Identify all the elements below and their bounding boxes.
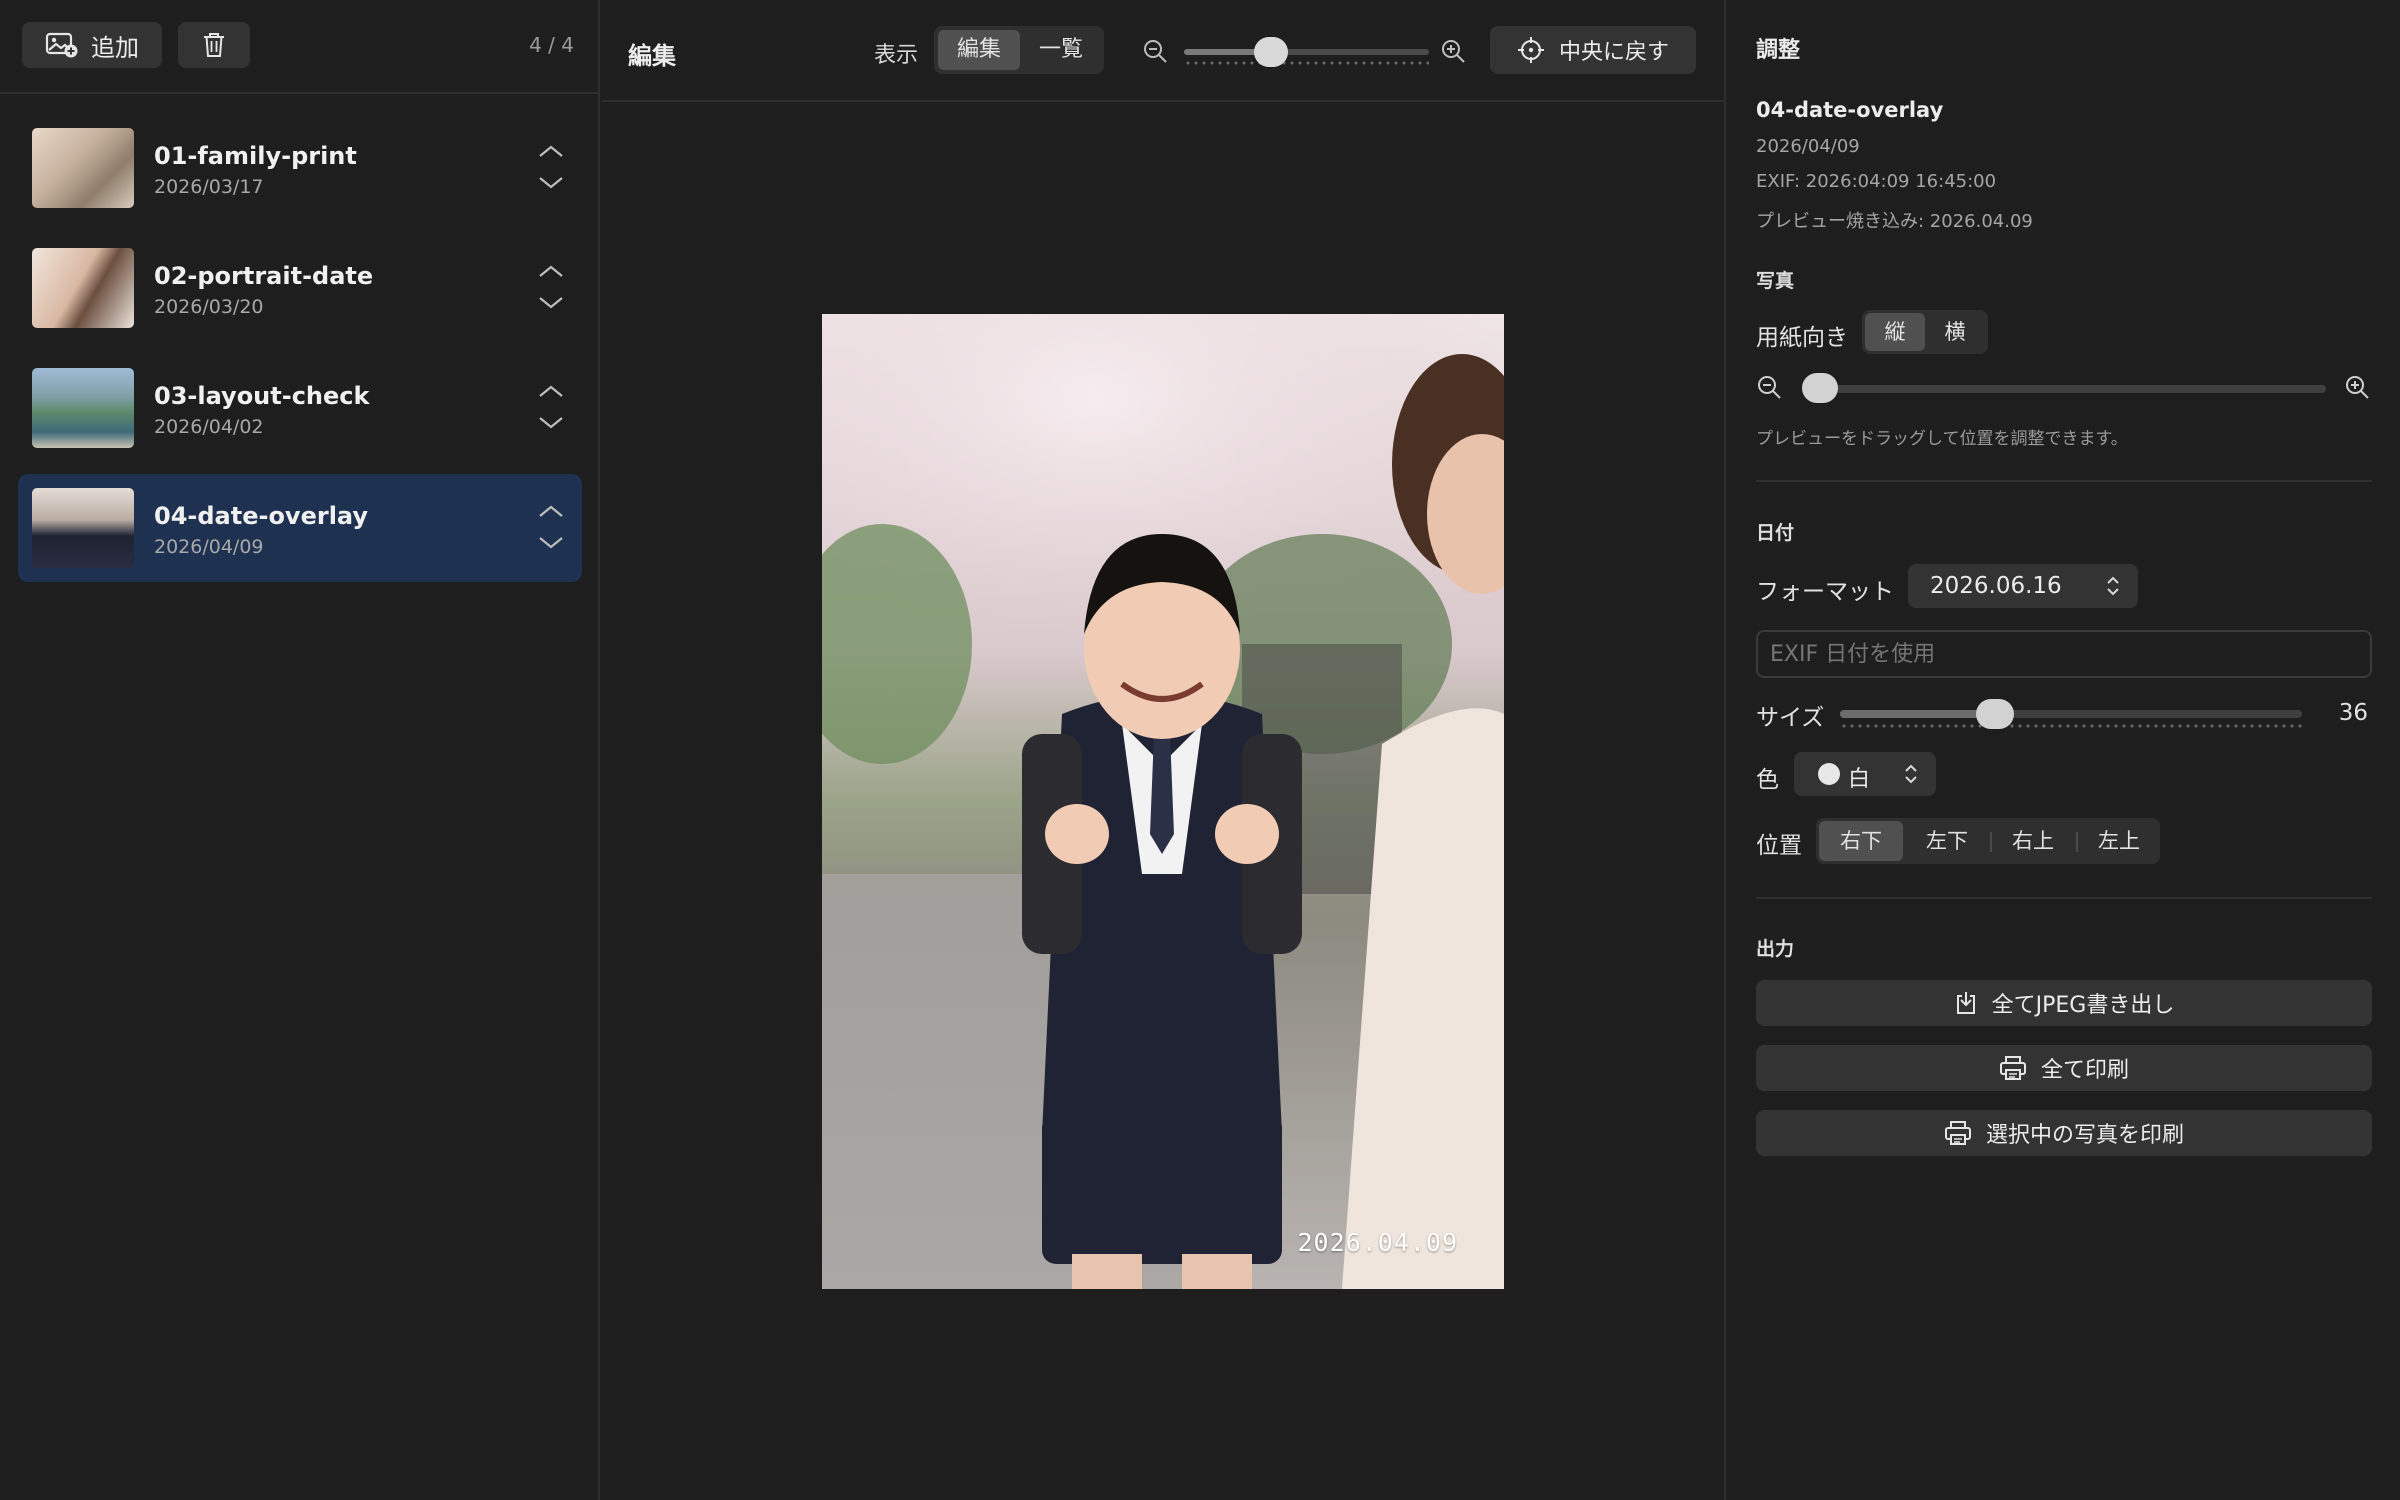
download-icon [1956, 992, 1975, 1014]
drag-hint: プレビューをドラッグして位置を調整できます。 [1756, 429, 2128, 449]
print-selected-label: 選択中の写真を印刷 [1985, 1123, 2184, 1148]
orientation-portrait[interactable]: 縦 [1865, 313, 1925, 351]
preview-baked-date: プレビュー焼き込み: 2026.04.09 [1756, 211, 2033, 232]
add-photo-label: 追加 [91, 33, 139, 62]
photo-sidebar: 追加 4 / 4 01-family-print 2026/03/17 02-p… [0, 0, 600, 1500]
app-window: 追加 4 / 4 01-family-print 2026/03/17 02-p… [0, 0, 2400, 1500]
recenter-label: 中央に戻す [1558, 40, 1669, 65]
view-mode-list[interactable]: 一覧 [1022, 30, 1100, 70]
photo-count: 4 / 4 [529, 33, 574, 57]
printer-icon [1999, 1056, 2026, 1080]
exif-date-input[interactable] [1756, 630, 2372, 678]
position-bottom-right[interactable]: 右下 [1819, 821, 1903, 861]
trash-icon [204, 33, 224, 57]
selected-file-date: 2026/04/09 [1756, 136, 1860, 157]
photo-list-item[interactable]: 03-layout-check 2026/04/02 [18, 354, 582, 462]
view-mode-segmented: 編集 一覧 [934, 26, 1104, 74]
zoom-slider-ticks [1184, 61, 1429, 65]
export-all-jpeg-button[interactable]: 全てJPEG書き出し [1756, 980, 2372, 1026]
photo-list: 01-family-print 2026/03/17 02-portrait-d… [18, 114, 582, 594]
updown-chevron-icon [2107, 576, 2119, 596]
editor-area: 編集 表示 編集 一覧 中央に戻す 2026.04.09 [602, 0, 1724, 1500]
position-segmented: 右下 左下 右上 左上 [1816, 818, 2160, 864]
photo-zoom-out-icon[interactable] [1756, 374, 1784, 402]
size-slider-thumb[interactable] [1975, 699, 2014, 729]
view-mode-edit[interactable]: 編集 [938, 30, 1020, 70]
orientation-segmented: 縦 横 [1862, 310, 1988, 354]
add-image-icon [45, 32, 78, 58]
photo-zoom-in-icon[interactable] [2344, 374, 2372, 402]
photo-thumbnail [32, 488, 134, 568]
size-slider-track[interactable] [1840, 710, 2302, 718]
panel-title: 調整 [1756, 38, 1801, 63]
add-photo-button[interactable]: 追加 [22, 22, 162, 68]
export-all-jpeg-label: 全てJPEG書き出し [1991, 993, 2175, 1018]
preview-photo-image [822, 314, 1504, 1289]
photo-preview[interactable]: 2026.04.09 [822, 314, 1504, 1289]
photo-name: 04-date-overlay [154, 502, 369, 530]
output-section-heading: 出力 [1756, 938, 1795, 960]
color-label: 色 [1756, 767, 1779, 793]
crosshair-icon [1517, 37, 1544, 63]
photo-section-heading: 写真 [1756, 270, 1795, 292]
reorder-chevrons-icon[interactable] [536, 502, 566, 554]
size-slider-fill [1840, 710, 1995, 718]
position-top-right[interactable]: 右上 [1991, 821, 2075, 861]
reorder-chevrons-icon[interactable] [536, 382, 566, 434]
orientation-landscape[interactable]: 横 [1925, 313, 1985, 351]
photo-list-item[interactable]: 02-portrait-date 2026/03/20 [18, 234, 582, 342]
photo-date: 2026/03/20 [154, 296, 264, 318]
updown-chevron-icon [1905, 764, 1917, 784]
date-format-select[interactable]: 2026.06.16 [1908, 564, 2138, 608]
view-mode-label: 表示 [874, 43, 919, 68]
zoom-in-icon[interactable] [1440, 38, 1468, 66]
size-slider-ticks [1840, 724, 2302, 728]
editor-title: 編集 [628, 42, 676, 70]
photo-thumbnail [32, 128, 134, 208]
color-swatch [1818, 763, 1840, 785]
reorder-chevrons-icon[interactable] [536, 262, 566, 314]
adjust-panel: 調整 04-date-overlay 2026/04/09 EXIF: 2026… [1724, 0, 2400, 1500]
photo-zoom-slider-track[interactable] [1802, 385, 2326, 393]
editor-toolbar: 編集 表示 編集 一覧 中央に戻す [602, 0, 1724, 102]
date-color-value: 白 [1848, 767, 1871, 792]
sidebar-toolbar: 追加 4 / 4 [0, 0, 598, 94]
zoom-slider-thumb[interactable] [1253, 37, 1288, 67]
position-bottom-left[interactable]: 左下 [1905, 821, 1989, 861]
print-all-button[interactable]: 全て印刷 [1756, 1045, 2372, 1091]
date-format-value: 2026.06.16 [1930, 573, 2062, 599]
size-value: 36 [2338, 700, 2368, 726]
printer-icon [1944, 1121, 1971, 1145]
date-color-select[interactable]: 白 [1794, 752, 1936, 796]
photo-thumbnail [32, 248, 134, 328]
size-label: サイズ [1756, 705, 1825, 731]
photo-date: 2026/03/17 [154, 176, 264, 198]
photo-date: 2026/04/09 [154, 536, 264, 558]
selected-file-name: 04-date-overlay [1756, 98, 1944, 122]
zoom-slider-track[interactable] [1184, 49, 1429, 55]
photo-date: 2026/04/02 [154, 416, 264, 438]
photo-list-item[interactable]: 01-family-print 2026/03/17 [18, 114, 582, 222]
print-all-label: 全て印刷 [2040, 1058, 2129, 1083]
orientation-label: 用紙向き [1756, 325, 1848, 351]
photo-name: 02-portrait-date [154, 262, 374, 290]
photo-zoom-slider-thumb[interactable] [1802, 373, 1838, 403]
date-section-heading: 日付 [1756, 522, 1795, 544]
exif-datetime: EXIF: 2026:04:09 16:45:00 [1756, 171, 1997, 192]
section-divider [1756, 480, 2372, 482]
section-divider [1756, 897, 2372, 899]
format-label: フォーマット [1756, 579, 1894, 605]
photo-name: 03-layout-check [154, 382, 370, 410]
date-overlay-text: 2026.04.09 [1297, 1228, 1458, 1257]
zoom-out-icon[interactable] [1142, 38, 1170, 66]
photo-list-item-selected[interactable]: 04-date-overlay 2026/04/09 [18, 474, 582, 582]
position-top-left[interactable]: 左上 [2077, 821, 2161, 861]
delete-photo-button[interactable] [178, 22, 250, 68]
recenter-button[interactable]: 中央に戻す [1490, 26, 1696, 74]
reorder-chevrons-icon[interactable] [536, 142, 566, 194]
position-label: 位置 [1756, 833, 1802, 859]
photo-thumbnail [32, 368, 134, 448]
print-selected-button[interactable]: 選択中の写真を印刷 [1756, 1110, 2372, 1156]
photo-name: 01-family-print [154, 142, 357, 170]
